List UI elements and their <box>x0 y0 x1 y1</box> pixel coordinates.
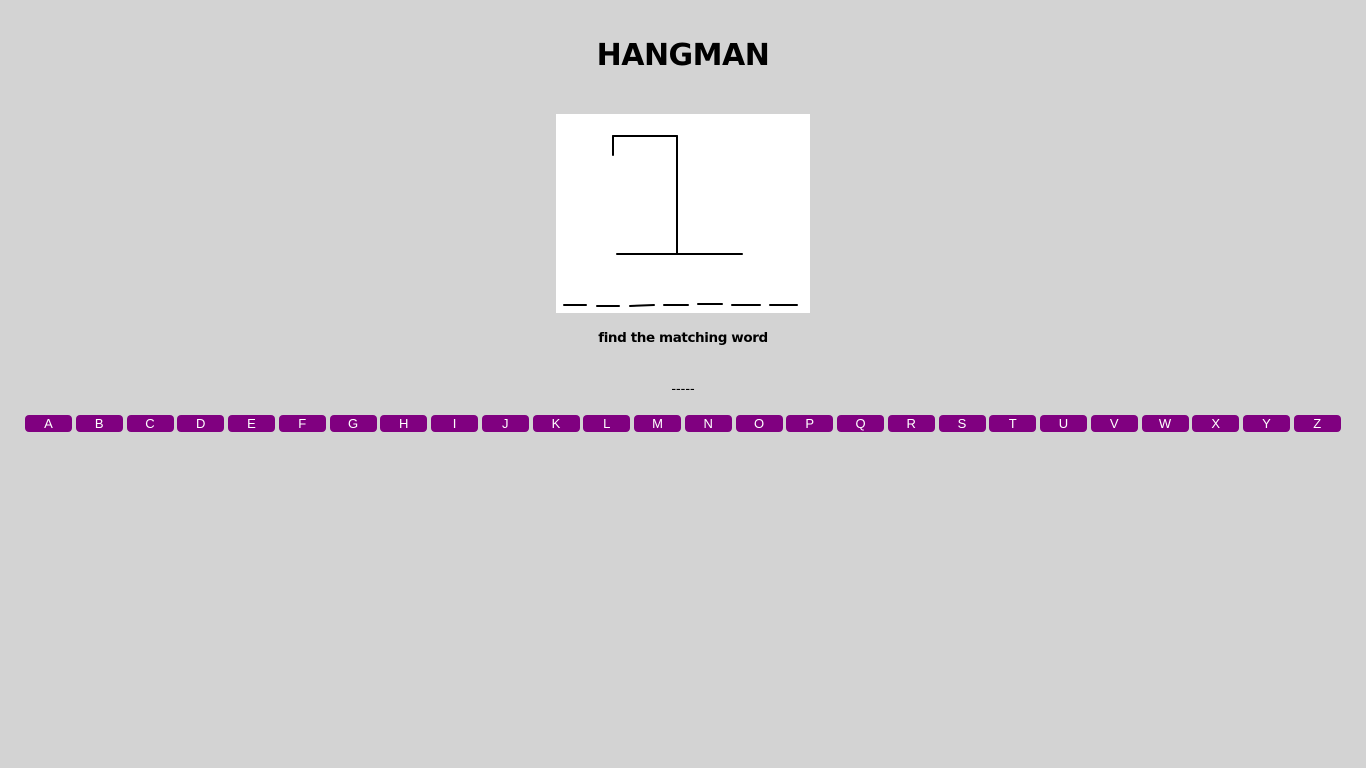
game-title: HANGMAN <box>596 38 770 73</box>
letter-button-h[interactable]: H <box>380 415 428 432</box>
hint-text: find the matching word <box>598 330 768 346</box>
letter-button-o[interactable]: O <box>735 415 783 432</box>
letter-keyboard: ABCDEFGHIJKLMNOPQRSTUVWXYZ <box>25 415 1345 432</box>
letter-button-n[interactable]: N <box>684 415 732 432</box>
letter-button-e[interactable]: E <box>228 415 275 432</box>
letter-button-z[interactable]: Z <box>1293 415 1341 432</box>
letter-button-i[interactable]: I <box>431 415 478 432</box>
letter-button-w[interactable]: W <box>1141 415 1189 432</box>
letter-button-u[interactable]: U <box>1040 415 1087 432</box>
letter-button-r[interactable]: R <box>887 415 935 432</box>
letter-button-p[interactable]: P <box>786 415 834 432</box>
letter-button-c[interactable]: C <box>126 415 174 432</box>
letter-button-v[interactable]: V <box>1090 415 1138 432</box>
hangman-drawing <box>563 135 798 307</box>
letter-button-a[interactable]: A <box>25 415 72 432</box>
letter-button-s[interactable]: S <box>938 415 986 432</box>
letter-button-l[interactable]: L <box>583 415 631 432</box>
letter-button-k[interactable]: K <box>532 415 580 432</box>
letter-button-b[interactable]: B <box>75 415 123 432</box>
letter-button-d[interactable]: D <box>177 415 225 432</box>
letter-button-m[interactable]: M <box>634 415 681 432</box>
letter-button-f[interactable]: F <box>278 415 326 432</box>
letter-button-q[interactable]: Q <box>837 415 884 432</box>
letter-button-g[interactable]: G <box>329 415 377 432</box>
hangman-canvas <box>556 114 810 313</box>
letter-button-y[interactable]: Y <box>1243 415 1290 432</box>
letter-button-x[interactable]: X <box>1192 415 1240 432</box>
word-display: ----- <box>671 380 695 396</box>
letter-slot-3 <box>629 304 655 307</box>
letter-button-t[interactable]: T <box>989 415 1037 432</box>
letter-button-j[interactable]: J <box>481 415 529 432</box>
